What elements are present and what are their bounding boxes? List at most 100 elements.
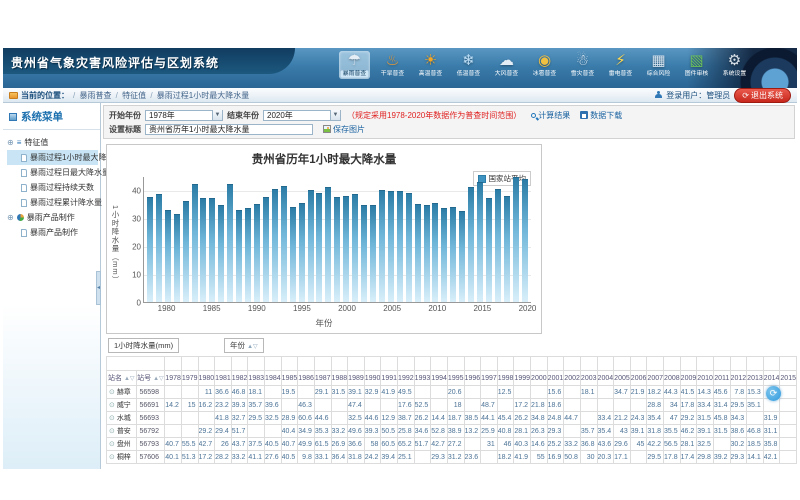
column-header-year-2008[interactable]: 2008 xyxy=(664,371,681,386)
column-header-station-id[interactable]: 站号 ▲▽ xyxy=(136,371,165,386)
bar-2003[interactable] xyxy=(370,205,376,302)
bar-2004[interactable] xyxy=(379,190,385,302)
column-header-year-1987[interactable]: 1987 xyxy=(314,371,331,386)
column-header-year-1982[interactable]: 1982 xyxy=(231,371,248,386)
column-header-year-1978[interactable]: 1978 xyxy=(165,371,182,386)
column-header-year-1990[interactable]: 1990 xyxy=(364,371,381,386)
bar-1990[interactable] xyxy=(254,204,260,302)
column-header-year-2001[interactable]: 2001 xyxy=(547,371,564,386)
column-header-year-1995[interactable]: 1995 xyxy=(447,371,464,386)
breadcrumb-item-2[interactable]: 特征值 xyxy=(122,91,146,100)
expand-icon[interactable]: ⊕ xyxy=(7,213,14,222)
station-expand-icon[interactable]: ⊙ xyxy=(109,389,117,396)
bar-1997[interactable] xyxy=(316,193,322,302)
station-name-cell[interactable]: ⊙ 桐梓 xyxy=(107,451,137,464)
save-image-button[interactable]: 保存图片 xyxy=(323,124,365,135)
bar-2013[interactable] xyxy=(459,211,465,302)
column-header-year-1984[interactable]: 1984 xyxy=(265,371,282,386)
column-header-year-1991[interactable]: 1991 xyxy=(381,371,398,386)
chart-title-input[interactable]: 贵州省历年1小时最大降水量 xyxy=(145,124,313,135)
breadcrumb-item-1[interactable]: 暴雨普查 xyxy=(79,91,111,100)
column-header-year-2015[interactable]: 2015 xyxy=(780,371,797,386)
end-year-select[interactable]: 2020年 ▼ xyxy=(263,110,341,121)
bar-1992[interactable] xyxy=(272,189,278,302)
bar-2015[interactable] xyxy=(477,182,483,302)
sort-icons[interactable]: ▲▽ xyxy=(124,376,135,382)
station-name-cell[interactable]: ⊙ 威宁 xyxy=(107,399,137,412)
bar-1985[interactable] xyxy=(209,198,215,302)
start-year-select[interactable]: 1978年 ▼ xyxy=(145,110,223,121)
bar-1988[interactable] xyxy=(236,210,242,302)
column-header-year-1996[interactable]: 1996 xyxy=(464,371,481,386)
bar-1989[interactable] xyxy=(245,208,251,302)
bar-2012[interactable] xyxy=(450,207,456,302)
column-header-year-1989[interactable]: 1989 xyxy=(348,371,365,386)
download-data-button[interactable]: 数据下载 xyxy=(580,110,622,121)
toolbar-item-4[interactable]: ❄低温普查 xyxy=(453,51,484,79)
sidebar-item[interactable]: 暴雨过程累计降水量 xyxy=(7,195,98,210)
bar-2018[interactable] xyxy=(504,196,510,302)
bar-1980[interactable] xyxy=(165,210,171,302)
column-header-year-1988[interactable]: 1988 xyxy=(331,371,348,386)
column-header-year-2005[interactable]: 2005 xyxy=(614,371,631,386)
bar-2005[interactable] xyxy=(388,191,394,302)
station-name-cell[interactable]: ⊙ 盘州 xyxy=(107,438,137,451)
bar-2011[interactable] xyxy=(441,208,447,302)
toolbar-item-6[interactable]: ◉冰雹普查 xyxy=(529,51,560,79)
sidebar-item[interactable]: 暴雨过程持续天数 xyxy=(7,180,98,195)
column-header-year-1979[interactable]: 1979 xyxy=(181,371,198,386)
column-header-year-2012[interactable]: 2012 xyxy=(730,371,747,386)
station-name-cell[interactable]: ⊙ 赫章 xyxy=(107,386,137,399)
column-header-year-1981[interactable]: 1981 xyxy=(215,371,232,386)
sidebar-collapse-handle[interactable]: ◂ xyxy=(96,271,101,305)
bar-2002[interactable] xyxy=(361,205,367,302)
toolbar-item-11[interactable]: ⚙系统设置 xyxy=(719,51,750,79)
column-header-year-2009[interactable]: 2009 xyxy=(680,371,697,386)
sort-icons[interactable]: ▲▽ xyxy=(153,376,164,382)
bar-1986[interactable] xyxy=(218,205,224,302)
column-header-year-2013[interactable]: 2013 xyxy=(747,371,764,386)
bar-2010[interactable] xyxy=(432,203,438,302)
station-expand-icon[interactable]: ⊙ xyxy=(109,415,117,422)
column-header-year-2010[interactable]: 2010 xyxy=(697,371,714,386)
bar-1999[interactable] xyxy=(334,197,340,302)
column-header-year-1999[interactable]: 1999 xyxy=(514,371,531,386)
column-header-year-1985[interactable]: 1985 xyxy=(281,371,298,386)
refresh-icon[interactable]: ⟳ xyxy=(766,386,781,401)
bar-1996[interactable] xyxy=(308,190,314,302)
bar-1979[interactable] xyxy=(156,194,162,302)
toolbar-item-1[interactable]: ☂暴雨普查 xyxy=(339,51,370,79)
bar-1982[interactable] xyxy=(183,201,189,302)
bar-1995[interactable] xyxy=(299,203,305,302)
column-header-year-1997[interactable]: 1997 xyxy=(481,371,498,386)
sidebar-group-1[interactable]: ⊕≡特征值 xyxy=(7,135,98,150)
sidebar-item[interactable]: 暴雨产品制作 xyxy=(7,225,98,240)
bar-2007[interactable] xyxy=(406,193,412,302)
toolbar-item-9[interactable]: ▦综合风险 xyxy=(643,51,674,79)
column-header-year-1986[interactable]: 1986 xyxy=(298,371,315,386)
column-header-year-2014[interactable]: 2014 xyxy=(763,371,780,386)
bar-1998[interactable] xyxy=(325,187,331,302)
column-header-year-1993[interactable]: 1993 xyxy=(414,371,431,386)
bar-1994[interactable] xyxy=(290,207,296,302)
bar-1987[interactable] xyxy=(227,184,233,302)
bar-2017[interactable] xyxy=(495,189,501,302)
column-header-year-2003[interactable]: 2003 xyxy=(580,371,597,386)
sidebar-group-2[interactable]: ⊕暴雨产品制作 xyxy=(7,210,98,225)
column-header-year-1998[interactable]: 1998 xyxy=(497,371,514,386)
toolbar-item-7[interactable]: ☃雪灾普查 xyxy=(567,51,598,79)
bar-1978[interactable] xyxy=(147,197,153,302)
bar-2014[interactable] xyxy=(468,187,474,302)
column-header-year-2000[interactable]: 2000 xyxy=(531,371,548,386)
bar-2020[interactable] xyxy=(522,179,528,302)
toolbar-item-2[interactable]: ♨干旱普查 xyxy=(377,51,408,79)
station-expand-icon[interactable]: ⊙ xyxy=(109,454,117,461)
sidebar-item[interactable]: 暴雨过程1小时最大降水量 xyxy=(7,150,98,165)
bar-2009[interactable] xyxy=(424,205,430,302)
logout-button[interactable]: ⟳ 退出系统 xyxy=(734,88,791,103)
toolbar-item-8[interactable]: ⚡雷电普查 xyxy=(605,51,636,79)
toolbar-item-5[interactable]: ☁大风普查 xyxy=(491,51,522,79)
bar-1983[interactable] xyxy=(192,184,198,302)
toolbar-item-3[interactable]: ☀高温普查 xyxy=(415,51,446,79)
bar-2016[interactable] xyxy=(486,198,492,302)
